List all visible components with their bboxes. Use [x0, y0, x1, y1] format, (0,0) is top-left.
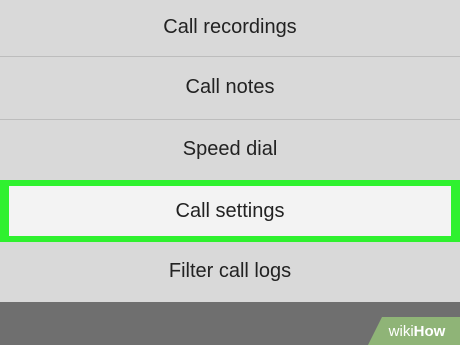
wikihow-wiki-text: wiki: [388, 322, 414, 340]
menu-item-label: Call recordings: [163, 15, 297, 38]
menu-item-label: Speed dial: [182, 137, 278, 160]
menu-item-call-notes[interactable]: Call notes: [0, 57, 460, 119]
menu-item-label: Call notes: [185, 75, 275, 98]
menu-item-call-recordings[interactable]: Call recordings: [0, 0, 460, 56]
wikihow-logo: wiki How: [368, 317, 460, 345]
menu-item-call-settings[interactable]: Call settings: [9, 186, 451, 236]
menu-item-speed-dial[interactable]: Speed dial: [0, 120, 460, 180]
menu-item-filter-call-logs[interactable]: Filter call logs: [0, 242, 460, 302]
menu-item-label: Call settings: [175, 199, 285, 222]
highlighted-menu-item: Call settings: [0, 180, 460, 242]
settings-menu: Call recordings Call notes Speed dial Ca…: [0, 0, 460, 302]
menu-item-label: Filter call logs: [168, 259, 292, 282]
wikihow-how-text: How: [413, 322, 446, 340]
wikihow-logo-text: wiki How: [389, 324, 446, 339]
